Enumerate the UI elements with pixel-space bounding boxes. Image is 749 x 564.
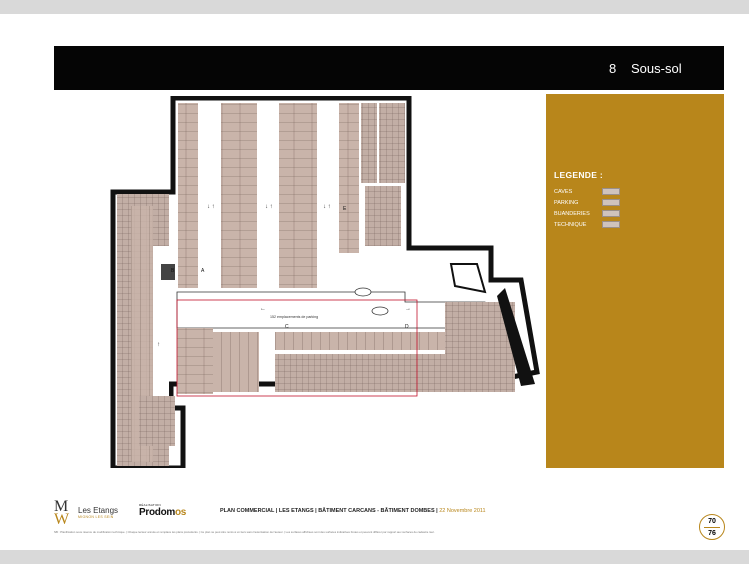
svg-text:↑: ↑ bbox=[157, 342, 160, 348]
legend-item-caves: CAVES bbox=[554, 186, 620, 197]
section-title: Sous-sol bbox=[631, 61, 682, 76]
floor-plan: ↓ ↑ ↓ ↑ ↓ ↑ ↑ 152 emplacements de parkin… bbox=[110, 96, 540, 468]
section-number: 8 bbox=[609, 61, 617, 76]
legend-panel: LEGENDE : CAVES PARKING BUANDERIES TECHN… bbox=[546, 94, 724, 468]
svg-text:↓ ↑: ↓ ↑ bbox=[207, 204, 215, 210]
disclaimer: NB : Planification sous réserve de modif… bbox=[54, 530, 435, 534]
legend-item-parking: PARKING bbox=[554, 197, 620, 208]
legend-title: LEGENDE : bbox=[554, 170, 603, 180]
corridor-label: 152 emplacements de parking bbox=[270, 315, 318, 319]
legend-swatch bbox=[602, 188, 620, 195]
legend-swatch bbox=[602, 199, 620, 206]
legend-swatch bbox=[602, 210, 620, 217]
svg-text:C: C bbox=[285, 324, 289, 330]
plan-date: 22 Novembre 2011 bbox=[439, 508, 486, 514]
page-number-badge: 70 76 bbox=[699, 514, 725, 540]
cellars-left-wing: ↑ bbox=[117, 194, 175, 466]
legend-label: CAVES bbox=[554, 188, 573, 195]
svg-text:↓ ↑: ↓ ↑ bbox=[265, 204, 273, 210]
legend: LEGENDE : CAVES PARKING BUANDERIES TECHN… bbox=[554, 170, 620, 230]
page-footer: MW Les Etangs MIGNON LES SEIN RÉALISATIO… bbox=[54, 498, 725, 540]
svg-text:←: ← bbox=[260, 306, 266, 312]
plan-info-line: PLAN COMMERCIAL | LES ETANGS | BÂTIMENT … bbox=[220, 508, 486, 514]
svg-text:↓ ↑: ↓ ↑ bbox=[323, 204, 331, 210]
legend-label: BUANDERIES bbox=[554, 210, 590, 217]
svg-text:D: D bbox=[405, 324, 409, 330]
document-page: 8 Sous-sol LEGENDE : CAVES PARKING BUAND… bbox=[0, 14, 749, 550]
brand-name: Les Etangs MIGNON LES SEIN bbox=[78, 506, 119, 519]
les-etangs-logo: MW bbox=[54, 498, 70, 528]
page-header-bar: 8 Sous-sol bbox=[54, 46, 724, 90]
legend-label: PARKING bbox=[554, 199, 579, 206]
legend-swatch bbox=[602, 221, 620, 228]
legend-label: TECHNIQUE bbox=[554, 221, 587, 228]
svg-text:→: → bbox=[405, 306, 411, 312]
legend-item-buanderies: BUANDERIES bbox=[554, 208, 620, 219]
legend-item-technique: TECHNIQUE bbox=[554, 219, 620, 230]
developer-logo: RÉALISATION Prodomos bbox=[139, 503, 187, 518]
